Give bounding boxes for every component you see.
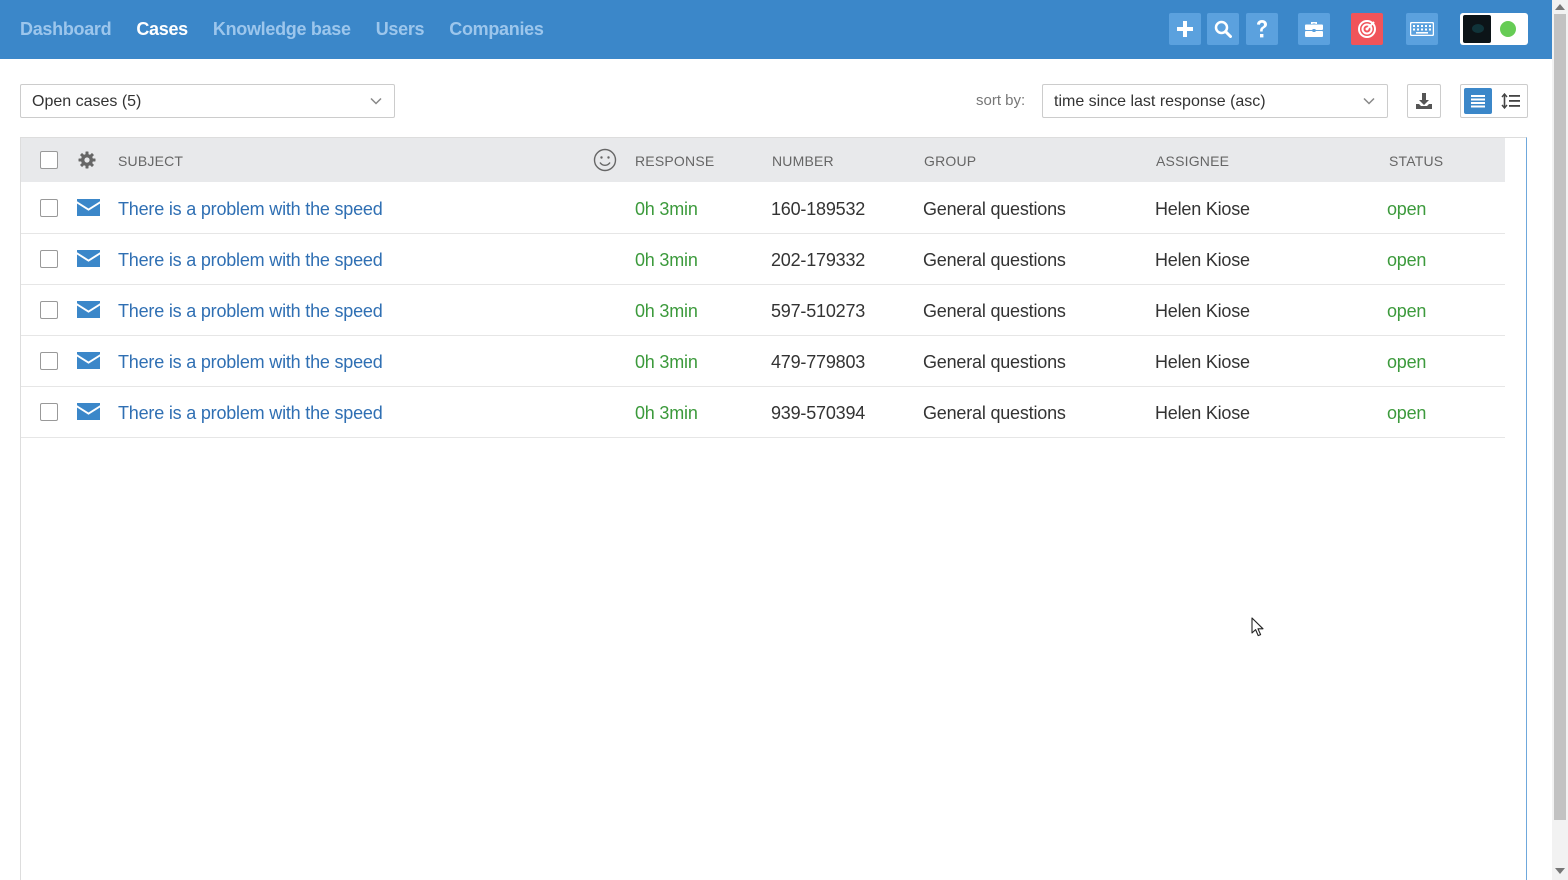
case-subject-link[interactable]: There is a problem with the speed: [118, 403, 383, 424]
list-icon: [1471, 95, 1485, 108]
case-number: 939-570394: [771, 403, 866, 423]
scrollbar-thumb[interactable]: [1554, 14, 1566, 820]
plus-icon: [1177, 21, 1193, 37]
case-subject-link[interactable]: There is a problem with the speed: [118, 301, 383, 322]
top-navbar: Dashboard Cases Knowledge base Users Com…: [0, 0, 1552, 59]
case-number: 202-179332: [771, 250, 866, 270]
case-response-time: 0h 3min: [635, 199, 698, 219]
case-status: open: [1387, 403, 1427, 423]
select-all-checkbox[interactable]: [40, 151, 58, 169]
briefcase-icon: [1305, 22, 1323, 37]
case-filter-select[interactable]: Open cases (5): [20, 84, 395, 118]
nav-dashboard[interactable]: Dashboard: [20, 19, 112, 40]
row-checkbox[interactable]: [40, 199, 58, 217]
table-row[interactable]: There is a problem with the speed 0h 3mi…: [21, 285, 1505, 336]
case-status: open: [1387, 250, 1427, 270]
case-response-time: 0h 3min: [635, 403, 698, 423]
scroll-up-arrow[interactable]: [1555, 4, 1565, 10]
nav-knowledge-base[interactable]: Knowledge base: [213, 19, 351, 40]
case-response-time: 0h 3min: [635, 250, 698, 270]
search-button[interactable]: [1207, 13, 1239, 45]
chevron-down-icon: [370, 97, 382, 105]
case-assignee: Helen Kiose: [1155, 301, 1250, 321]
mouse-cursor-icon: [1251, 617, 1264, 637]
column-subject[interactable]: SUBJECT: [118, 153, 183, 169]
keyboard-shortcuts-button[interactable]: [1406, 13, 1438, 45]
export-button[interactable]: [1407, 84, 1441, 118]
case-group: General questions: [923, 301, 1066, 321]
new-case-button[interactable]: [1169, 13, 1201, 45]
help-button[interactable]: [1246, 13, 1278, 45]
compact-view-button[interactable]: [1497, 88, 1525, 114]
case-status: open: [1387, 301, 1427, 321]
case-assignee: Helen Kiose: [1155, 199, 1250, 219]
question-icon: [1257, 20, 1267, 38]
row-checkbox[interactable]: [40, 352, 58, 370]
scroll-down-arrow[interactable]: [1555, 868, 1565, 874]
case-assignee: Helen Kiose: [1155, 250, 1250, 270]
case-group: General questions: [923, 403, 1066, 423]
table-row[interactable]: There is a problem with the speed 0h 3mi…: [21, 183, 1505, 234]
view-mode-toggle: [1460, 84, 1528, 118]
nav-users[interactable]: Users: [376, 19, 425, 40]
row-checkbox[interactable]: [40, 250, 58, 268]
table-row[interactable]: There is a problem with the speed 0h 3mi…: [21, 234, 1505, 285]
goals-button[interactable]: [1351, 13, 1383, 45]
row-checkbox[interactable]: [40, 403, 58, 421]
envelope-icon: [77, 250, 100, 267]
column-number[interactable]: NUMBER: [772, 153, 834, 169]
case-subject-link[interactable]: There is a problem with the speed: [118, 199, 383, 220]
column-group[interactable]: GROUP: [924, 153, 976, 169]
row-checkbox[interactable]: [40, 301, 58, 319]
column-response[interactable]: RESPONSE: [635, 153, 714, 169]
case-assignee: Helen Kiose: [1155, 403, 1250, 423]
line-height-icon: [1501, 93, 1520, 109]
case-status: open: [1387, 352, 1427, 372]
case-number: 160-189532: [771, 199, 866, 219]
column-status[interactable]: STATUS: [1389, 153, 1443, 169]
nav-companies[interactable]: Companies: [449, 19, 544, 40]
download-icon: [1416, 93, 1432, 109]
column-assignee[interactable]: ASSIGNEE: [1156, 153, 1229, 169]
case-group: General questions: [923, 352, 1066, 372]
target-icon: [1358, 20, 1376, 38]
sort-label: sort by:: [976, 92, 1026, 109]
table-row[interactable]: There is a problem with the speed 0h 3mi…: [21, 387, 1505, 438]
list-view-button[interactable]: [1464, 88, 1492, 114]
search-icon: [1214, 20, 1232, 38]
envelope-icon: [77, 403, 100, 420]
case-subject-link[interactable]: There is a problem with the speed: [118, 250, 383, 271]
case-number: 597-510273: [771, 301, 866, 321]
envelope-icon: [77, 352, 100, 369]
briefcase-button[interactable]: [1298, 13, 1330, 45]
case-response-time: 0h 3min: [635, 352, 698, 372]
case-status: open: [1387, 199, 1427, 219]
nav-cases[interactable]: Cases: [136, 19, 188, 40]
case-filter-value: Open cases (5): [32, 93, 142, 110]
cases-table: SUBJECT RESPONSE NUMBER GROUP ASSIGNEE S…: [20, 137, 1527, 880]
case-number: 479-779803: [771, 352, 866, 372]
table-row[interactable]: There is a problem with the speed 0h 3mi…: [21, 336, 1505, 387]
case-assignee: Helen Kiose: [1155, 352, 1250, 372]
keyboard-icon: [1410, 22, 1434, 36]
online-status-indicator: [1500, 21, 1516, 37]
case-subject-link[interactable]: There is a problem with the speed: [118, 352, 383, 373]
case-group: General questions: [923, 250, 1066, 270]
sort-select[interactable]: time since last response (asc): [1042, 84, 1388, 118]
table-header: SUBJECT RESPONSE NUMBER GROUP ASSIGNEE S…: [21, 138, 1505, 182]
case-response-time: 0h 3min: [635, 301, 698, 321]
main-nav: Dashboard Cases Knowledge base Users Com…: [20, 0, 569, 59]
envelope-icon: [77, 199, 100, 216]
sort-value: time since last response (asc): [1054, 93, 1266, 110]
user-menu[interactable]: [1460, 13, 1528, 45]
case-group: General questions: [923, 199, 1066, 219]
gear-icon[interactable]: [78, 151, 96, 169]
chevron-down-icon: [1363, 97, 1375, 105]
avatar: [1463, 15, 1491, 43]
smiley-icon: [593, 148, 617, 172]
envelope-icon: [77, 301, 100, 318]
